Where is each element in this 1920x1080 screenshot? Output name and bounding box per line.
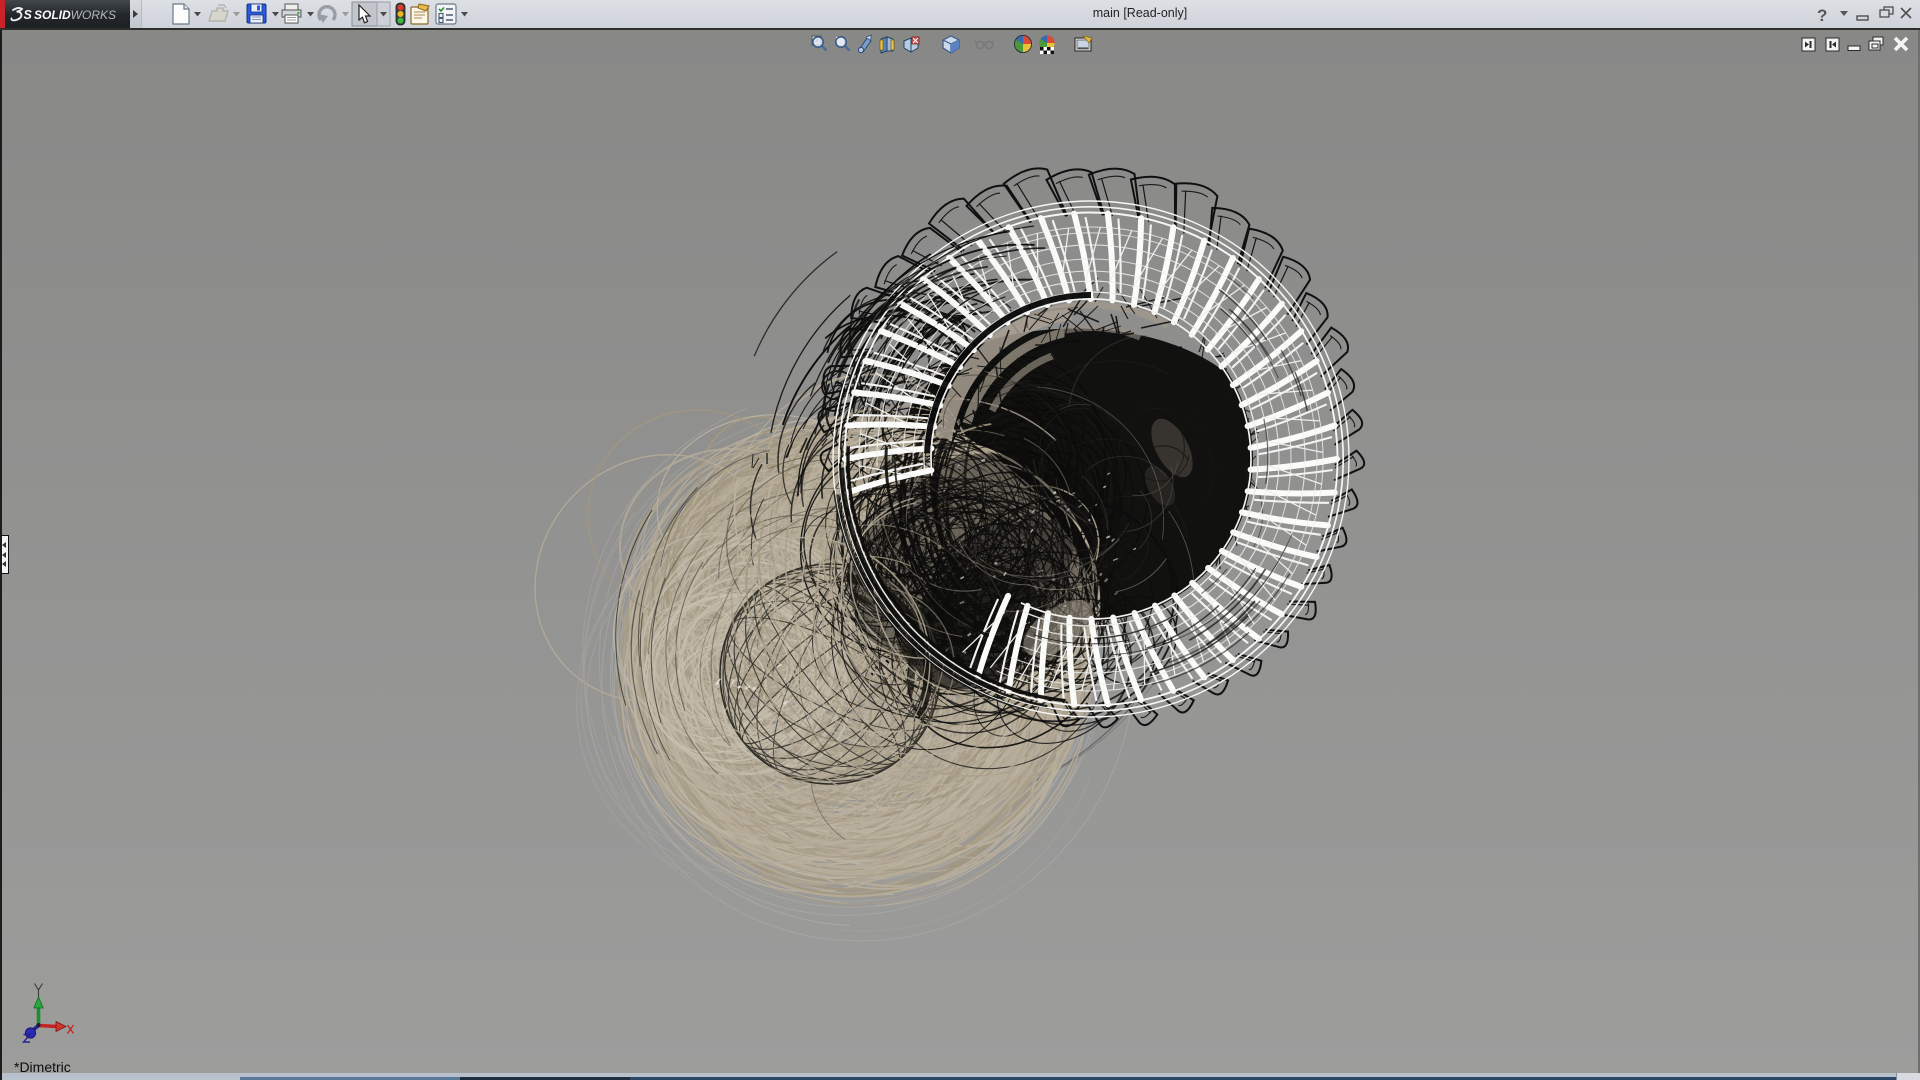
svg-text:SOLIDWORKS: SOLIDWORKS — [34, 8, 116, 22]
svg-text:S: S — [24, 8, 33, 22]
svg-text:?: ? — [1817, 6, 1827, 25]
